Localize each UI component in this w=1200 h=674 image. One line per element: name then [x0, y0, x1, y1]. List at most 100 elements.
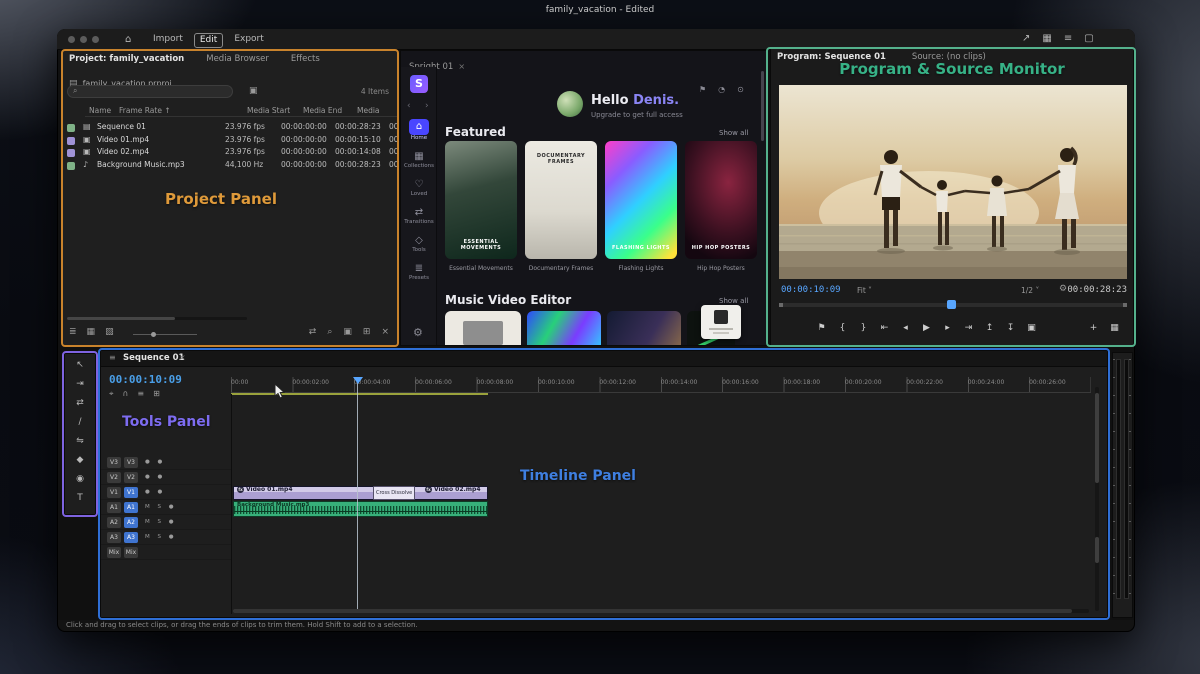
- track-target[interactable]: V3: [124, 456, 138, 468]
- fullscreen-icon[interactable]: ▢: [1084, 33, 1093, 44]
- music-thumb-1[interactable]: [445, 311, 521, 345]
- step-back-icon[interactable]: ◂: [895, 323, 916, 333]
- close-icon[interactable]: ×: [458, 62, 465, 71]
- gear-icon[interactable]: ⚙: [413, 326, 423, 339]
- button-editor-icon[interactable]: +: [1083, 323, 1104, 333]
- snap-icon[interactable]: ∩: [123, 389, 129, 399]
- bin-view-icon[interactable]: ▣: [249, 86, 258, 96]
- manage-panels-icon[interactable]: ≡: [1064, 33, 1072, 44]
- project-search-input[interactable]: ⌕: [67, 85, 233, 98]
- timeline-timecode[interactable]: 00:00:10:09: [109, 373, 182, 386]
- slip-tool[interactable]: ⇋: [69, 432, 91, 451]
- go-to-out-icon[interactable]: ⇥: [958, 323, 979, 333]
- track-a2[interactable]: A2 A2 M S ●: [101, 515, 231, 530]
- close-icon[interactable]: ×: [179, 353, 186, 362]
- scrubber-playhead[interactable]: [947, 300, 956, 309]
- track-target[interactable]: V2: [124, 471, 138, 483]
- razor-tool[interactable]: ∕: [69, 413, 91, 432]
- window-zoom-button[interactable]: [92, 36, 99, 43]
- nav-tools[interactable]: ◇ Tools: [401, 235, 437, 254]
- quick-export-icon[interactable]: ↗: [1022, 33, 1030, 44]
- step-forward-icon[interactable]: ▸: [937, 323, 958, 333]
- track-target[interactable]: A3: [124, 531, 138, 543]
- nav-presets[interactable]: ≣ Presets: [401, 263, 437, 282]
- avatar[interactable]: [557, 91, 583, 117]
- lift-icon[interactable]: ↥: [979, 323, 1000, 333]
- panel-menu-icon[interactable]: ≡: [109, 353, 116, 362]
- forward-icon[interactable]: ›: [425, 101, 429, 111]
- project-hscrollbar[interactable]: [67, 317, 247, 320]
- tab-effects[interactable]: Effects: [291, 54, 320, 64]
- tab-import[interactable]: Import: [148, 33, 188, 48]
- play-icon[interactable]: ▶: [916, 323, 937, 333]
- mark-out-icon[interactable]: }: [853, 323, 874, 333]
- transition-cross-dissolve[interactable]: Cross Dissolve: [373, 486, 415, 500]
- bookmark-icon[interactable]: ⚑: [699, 85, 706, 94]
- new-bin-icon[interactable]: ▣: [343, 327, 352, 337]
- card-flashing-lights[interactable]: FLASHING LIGHTS Flashing Lights: [605, 141, 677, 277]
- row-background-music[interactable]: ♪ Background Music.mp3 44,100 Hz 00:00:0…: [63, 155, 397, 170]
- add-marker-icon[interactable]: ⚑: [811, 323, 832, 333]
- tab-export[interactable]: Export: [229, 33, 268, 48]
- video-clip-1[interactable]: fx Video 01.mp4: [233, 486, 394, 500]
- nav-collections[interactable]: ▦ Collections: [401, 151, 437, 170]
- help-icon[interactable]: ⊙: [737, 85, 744, 94]
- preview-popup[interactable]: [701, 305, 741, 339]
- music-thumb-3[interactable]: [607, 311, 681, 345]
- wrench-icon[interactable]: ⚙: [1059, 284, 1067, 294]
- tab-media-browser[interactable]: Media Browser: [206, 54, 269, 64]
- show-all-link-2[interactable]: Show all: [719, 297, 748, 305]
- extract-icon[interactable]: ↧: [1000, 323, 1021, 333]
- type-tool[interactable]: T: [69, 489, 91, 508]
- plugin-scrollbar[interactable]: [761, 71, 764, 141]
- source-patch[interactable]: A1: [107, 501, 121, 513]
- pen-tool[interactable]: ◆: [69, 451, 91, 470]
- tab-source[interactable]: Source: (no clips): [912, 52, 986, 62]
- playhead-marker[interactable]: [353, 377, 363, 384]
- home-icon[interactable]: ⌂: [125, 33, 131, 46]
- track-target[interactable]: Mix: [124, 546, 138, 558]
- new-item-icon[interactable]: ⊞: [363, 327, 371, 337]
- track-v1[interactable]: V1 V1 ● ●: [101, 485, 231, 500]
- source-patch[interactable]: A3: [107, 531, 121, 543]
- back-icon[interactable]: ‹: [407, 101, 411, 111]
- window-minimize-button[interactable]: [80, 36, 87, 43]
- mark-in-icon[interactable]: {: [832, 323, 853, 333]
- linked-selection-icon[interactable]: ≡: [137, 389, 144, 399]
- row-sequence-01[interactable]: ▤ Sequence 01 23.976 fps 00:00:00:00 00:…: [63, 117, 397, 132]
- tab-project[interactable]: Project: family_vacation: [69, 54, 184, 64]
- playhead-line[interactable]: [357, 377, 358, 613]
- nav-home[interactable]: ⌂ Home: [401, 119, 437, 142]
- ripple-edit-tool[interactable]: ⇄: [69, 394, 91, 413]
- sequence-tab[interactable]: Sequence 01: [123, 353, 184, 363]
- program-video-frame[interactable]: [779, 85, 1127, 279]
- window-close-button[interactable]: [68, 36, 75, 43]
- monitor-settings-icon[interactable]: ▦: [1104, 323, 1125, 333]
- insert-overwrite-icon[interactable]: ⌖: [109, 389, 114, 399]
- selection-tool[interactable]: ↖: [69, 356, 91, 375]
- timeline-settings-icon[interactable]: ⊞: [153, 389, 160, 399]
- source-patch[interactable]: V1: [107, 486, 121, 498]
- playback-resolution-dropdown[interactable]: 1/2 ˅: [1021, 286, 1039, 295]
- monitor-scrubber[interactable]: [779, 300, 1127, 309]
- go-to-in-icon[interactable]: ⇤: [874, 323, 895, 333]
- card-hip-hop-posters[interactable]: HIP HOP POSTERS Hip Hop Posters: [685, 141, 757, 277]
- timeline-hscrollbar[interactable]: [233, 609, 1089, 613]
- history-icon[interactable]: ◔: [718, 85, 725, 94]
- zoom-slider[interactable]: [133, 332, 197, 337]
- nav-loved[interactable]: ♡ Loved: [401, 179, 437, 198]
- music-thumb-2[interactable]: [527, 311, 601, 345]
- timeline-vscrollbar[interactable]: [1095, 387, 1099, 611]
- fit-dropdown[interactable]: Fit ˅: [857, 286, 872, 295]
- source-patch[interactable]: Mix: [107, 546, 121, 558]
- clear-icon[interactable]: ×: [381, 327, 389, 337]
- track-a1[interactable]: A1 A1 M S ●: [101, 500, 231, 515]
- row-video-01[interactable]: ▣ Video 01.mp4 23.976 fps 00:00:00:00 00…: [63, 130, 397, 145]
- track-mix[interactable]: Mix Mix: [101, 545, 231, 560]
- track-select-forward-tool[interactable]: ⇥: [69, 375, 91, 394]
- track-target[interactable]: V1: [124, 486, 138, 498]
- source-patch[interactable]: A2: [107, 516, 121, 528]
- list-view-icon[interactable]: ≣: [69, 327, 77, 337]
- card-documentary-frames[interactable]: DOCUMENTARY FRAMES Documentary Frames: [525, 141, 597, 277]
- playhead-timecode[interactable]: 00:00:10:09: [781, 285, 841, 295]
